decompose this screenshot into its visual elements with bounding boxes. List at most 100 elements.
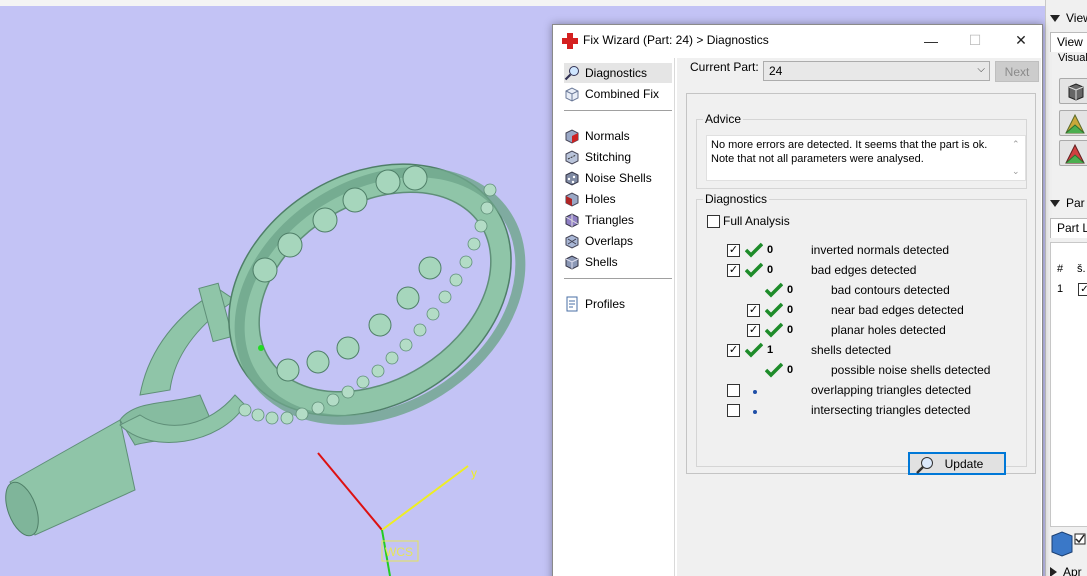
shells-count: 1: [767, 344, 774, 356]
model-tail: [5, 394, 216, 537]
scroll-down-icon[interactable]: ⌄: [1012, 164, 1020, 178]
shells-cube-icon: [565, 255, 579, 270]
near-bad-edges-count: 0: [787, 304, 794, 316]
nav-separator: [564, 278, 672, 279]
advice-text-box[interactable]: No more errors are detected. It seems th…: [706, 135, 1026, 181]
inverted-normals-checkbox[interactable]: ✓: [727, 244, 740, 257]
nav-item-noise-shells[interactable]: Noise Shells: [564, 168, 672, 188]
axis-y-label: y: [471, 466, 477, 480]
overlaps-cube-icon: [565, 234, 579, 249]
selection-point: [258, 345, 264, 351]
nav-item-diagnostics[interactable]: Diagnostics: [564, 63, 672, 83]
box-view-icon[interactable]: [1059, 78, 1087, 104]
intersecting-triangles-label: intersecting triangles detected: [811, 403, 971, 417]
dialog-title: Fix Wizard (Part: 24) > Diagnostics: [583, 33, 769, 47]
nav-item-profiles[interactable]: Profiles: [564, 294, 672, 314]
part-row-number: 1: [1057, 283, 1064, 295]
shells-label: shells detected: [811, 343, 892, 357]
model-ring: [228, 163, 526, 425]
nav-item-stitching[interactable]: Stitching: [564, 147, 672, 167]
green-check-icon: [745, 242, 763, 258]
diagnostics-panel: Advice No more errors are detected. It s…: [686, 93, 1036, 474]
not-analysed-dot-icon: [753, 410, 757, 414]
full-analysis-checkbox[interactable]: [707, 215, 720, 228]
near-bad-edges-label: near bad edges detected: [831, 303, 964, 317]
overlapping-triangles-label: overlapping triangles detected: [811, 383, 972, 397]
chevron-down-icon: ⌵: [977, 64, 985, 75]
intersecting-triangles-checkbox[interactable]: [727, 404, 740, 417]
close-icon: ✕: [1015, 32, 1027, 48]
nav-item-normals[interactable]: Normals: [564, 126, 672, 146]
inverted-normals-count: 0: [767, 244, 774, 256]
green-check-icon: [745, 262, 763, 278]
expand-triangle-icon: [1050, 567, 1057, 576]
near-bad-edges-checkbox[interactable]: ✓: [747, 304, 760, 317]
green-check-icon: [765, 322, 783, 338]
right-side-panel: View View Visuali Par Part Lis # š. 1 ✓ …: [1045, 0, 1087, 576]
maximize-button[interactable]: ☐: [952, 25, 998, 56]
green-check-icon: [745, 342, 763, 358]
next-button[interactable]: Next: [995, 61, 1039, 82]
wizard-navigation: Diagnostics Combined Fix Normals Stitchi…: [558, 58, 675, 576]
advice-line-1: No more errors are detected. It seems th…: [711, 139, 988, 151]
triangles-cube-icon: [565, 213, 579, 228]
green-check-icon: [765, 302, 783, 318]
planar-holes-label: planar holes detected: [831, 323, 946, 337]
scroll-up-icon[interactable]: ⌃: [1012, 137, 1020, 151]
current-part-select[interactable]: 24 ⌵: [763, 61, 990, 81]
advice-scrollbar[interactable]: ⌃ ⌄: [1008, 136, 1025, 180]
parts-panel-header[interactable]: Par: [1050, 193, 1085, 213]
holes-cube-icon: [565, 192, 579, 207]
magnifier-icon: [916, 457, 933, 474]
green-check-icon: [765, 362, 783, 378]
close-button[interactable]: ✕: [998, 25, 1044, 56]
triangle-view-icon[interactable]: [1059, 110, 1087, 136]
advice-group: Advice No more errors are detected. It s…: [696, 112, 1027, 189]
not-analysed-dot-icon: [753, 390, 757, 394]
nav-item-combined-fix[interactable]: Combined Fix: [564, 84, 672, 104]
profiles-document-icon: [566, 296, 578, 312]
collapse-triangle-icon: [1050, 14, 1060, 22]
nav-item-shells[interactable]: Shells: [564, 252, 672, 272]
visualization-label: Visuali: [1058, 52, 1087, 64]
noise-shells-icon: [565, 171, 579, 186]
parts-toolbar-icon[interactable]: [1048, 530, 1087, 558]
noise-shells-count: 0: [787, 364, 794, 376]
advice-title: Advice: [703, 112, 744, 126]
overlapping-triangles-checkbox[interactable]: [727, 384, 740, 397]
bad-edges-checkbox[interactable]: ✓: [727, 264, 740, 277]
fix-wizard-dialog: Fix Wizard (Part: 24) > Diagnostics — ☐ …: [552, 24, 1043, 576]
tab-part-list[interactable]: Part Lis: [1050, 218, 1087, 238]
update-button[interactable]: Update: [908, 452, 1006, 475]
part-row-checkbox[interactable]: ✓: [1078, 283, 1087, 296]
green-check-icon: [765, 282, 783, 298]
normals-cube-icon: [565, 129, 579, 144]
dialog-titlebar[interactable]: Fix Wizard (Part: 24) > Diagnostics — ☐ …: [553, 25, 1042, 56]
nav-item-overlaps[interactable]: Overlaps: [564, 231, 672, 251]
maximize-icon: ☐: [968, 32, 982, 48]
diagnostics-title: Diagnostics: [703, 192, 770, 206]
part-list-table[interactable]: # š. 1 ✓: [1050, 242, 1087, 527]
tab-view[interactable]: View: [1050, 32, 1087, 52]
minimize-button[interactable]: —: [908, 25, 954, 56]
noise-shells-label: possible noise shells detected: [831, 363, 991, 377]
bad-contours-count: 0: [787, 284, 794, 296]
nav-item-holes[interactable]: Holes: [564, 189, 672, 209]
wcs-label: WCS: [385, 545, 413, 559]
nav-separator: [564, 110, 672, 111]
bottom-panel-header[interactable]: Apr: [1050, 562, 1082, 576]
triangle-shaded-icon[interactable]: [1059, 140, 1087, 166]
full-analysis-label: Full Analysis: [723, 214, 790, 228]
cube-outline-icon: [565, 87, 579, 102]
advice-line-2: Note that not all parameters were analys…: [711, 153, 924, 165]
view-panel-header[interactable]: View: [1050, 8, 1087, 28]
nav-item-triangles[interactable]: Triangles: [564, 210, 672, 230]
magnifier-icon: [564, 66, 579, 81]
shells-checkbox[interactable]: ✓: [727, 344, 740, 357]
stitching-cube-icon: [565, 150, 579, 165]
column-header-number: #: [1057, 263, 1064, 275]
red-cross-icon: [562, 33, 578, 49]
planar-holes-checkbox[interactable]: ✓: [747, 324, 760, 337]
bad-edges-count: 0: [767, 264, 774, 276]
current-part-label: Current Part:: [690, 60, 759, 74]
